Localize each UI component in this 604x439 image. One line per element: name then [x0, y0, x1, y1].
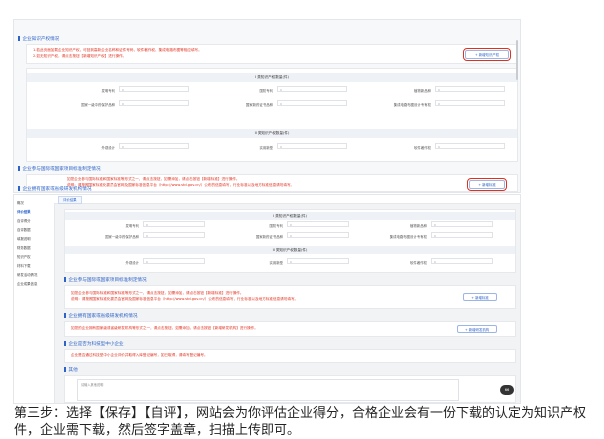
software-copyright-label: 软件著作权	[414, 146, 431, 150]
design-patent-field[interactable]: 0	[119, 143, 189, 149]
section-rd-title-bottom: 企业拥有国家或省级研发机构情况	[64, 313, 138, 319]
utility-model-field[interactable]: 0	[277, 143, 347, 149]
rd-note-bottom: 如您的企业拥有国家级或省级研发机构等形式之一，请点击按钮，如需添加，请点击按钮【…	[71, 326, 258, 330]
sidebar: 概况 评价结果 自评得分 自评数据 填报说明 财务数据 知识产权 材料下载 研发…	[14, 195, 55, 403]
defense-patent-label-bottom: 国防专利	[269, 224, 283, 228]
software-copyright-field-bottom[interactable]: 0	[431, 258, 493, 264]
caption-text: 第三步：选择【保存】【自评】，网站会为你评估企业得分，合格企业会有一份下载的认定…	[14, 406, 587, 438]
ip-count-card: I 类知识产权数量(件) 发明专利 0 国防专利 0 植物新品种 0 国家一级中…	[26, 68, 518, 162]
new-drug-label: 国家新药证书品种	[245, 103, 273, 107]
tab-bar: 评价结果	[54, 195, 520, 204]
add-rd-button[interactable]: + 新增研发机构	[457, 325, 497, 333]
sidebar-item-finance[interactable]: 财务数据	[17, 245, 31, 250]
ic-layout-field-bottom[interactable]: 0	[431, 232, 493, 238]
utility-model-field-bottom[interactable]: 0	[287, 258, 349, 264]
cert-note: 企业是否通过科技型中小企业评价并取得入库登记编号，如已取得，请填写登记编号。	[71, 353, 208, 357]
software-copyright-label-bottom: 软件著作权	[410, 261, 427, 265]
ic-layout-label: 集成电路布图设计专有权	[393, 103, 431, 107]
standard-card-bottom: 如您企业参与国际标准和国家标准等形式之一，请点击按钮，如需添加，请点击按钮【新增…	[64, 285, 516, 309]
section-standard-title: 企业参与国际或国家项目标准制定情况	[18, 166, 101, 172]
ip-count-card-bottom: I 类知识产权数量(件) 发明专利 0 国防专利 0 植物新品种 0 国家一级中…	[64, 209, 516, 273]
ip-notes-card: 1.若此页面加载企业知识产权，可回到高新企业名称和证件号码，软件著作权、集成电路…	[26, 44, 518, 64]
invention-patent-label: 发明专利	[101, 89, 115, 93]
top-screenshot: 企业知识产权情况 1.若此页面加载企业知识产权，可回到高新企业名称和证件号码，软…	[14, 20, 520, 192]
section-cert-title: 企业是否为科技型中小企业	[64, 341, 124, 347]
sidebar-item-download[interactable]: 材料下载	[17, 263, 31, 268]
cert-card: 企业是否通过科技型中小企业评价并取得入库登记编号，如已取得，请填写登记编号。	[64, 349, 516, 363]
standard-note-2: 说明：请按照国家标准化委员会官网及国家标准信息平台（http://www.std…	[67, 183, 295, 187]
defense-patent-field-bottom[interactable]: 0	[287, 221, 349, 227]
type2-ip-heading: II 类知识产权数量(件)	[27, 129, 517, 138]
tcm-protected-field[interactable]: 0	[119, 100, 189, 106]
new-drug-label-bottom: 国家新药证书品种	[255, 235, 283, 239]
add-standard-button-bottom[interactable]: + 新增标准	[463, 293, 497, 301]
other-placeholder: 请输入其他说明	[81, 383, 104, 387]
plant-variety-field[interactable]: 0	[435, 86, 505, 92]
design-patent-label-bottom: 外观设计	[125, 261, 139, 265]
other-textarea[interactable]: 请输入其他说明	[77, 379, 459, 401]
design-patent-field-bottom[interactable]: 0	[143, 258, 205, 264]
defense-patent-label: 国防专利	[259, 89, 273, 93]
standard-note-2-bottom: 说明：请按照国家标准化委员会官网及国家标准信息平台（http://www.std…	[71, 297, 299, 301]
rd-card-bottom: 如您的企业拥有国家级或省级研发机构等形式之一，请点击按钮，如需添加，请点击按钮【…	[64, 321, 516, 337]
tcm-protected-field-bottom[interactable]: 0	[143, 232, 205, 238]
type2-ip-heading-bottom: II 类知识产权数量(件)	[65, 246, 515, 254]
scrollbar[interactable]	[516, 40, 518, 80]
invention-patent-field-bottom[interactable]: 0	[143, 221, 205, 227]
type1-ip-heading: I 类知识产权数量(件)	[27, 73, 517, 82]
tcm-protected-label: 国家一级中药保护品种	[81, 103, 115, 107]
section-other-title: 其他	[64, 367, 78, 373]
sidebar-item-instructions[interactable]: 填报说明	[17, 236, 31, 241]
sidebar-item-ip[interactable]: 知识产权	[17, 254, 31, 259]
section-standard-title-bottom: 企业参与国际或国家项目标准制定情况	[64, 277, 147, 283]
defense-patent-field[interactable]: 0	[277, 86, 347, 92]
ic-layout-label-bottom: 集成电路布图设计专有权	[389, 235, 427, 239]
utility-model-label-bottom: 实用新型	[269, 261, 283, 265]
type1-ip-heading-bottom: I 类知识产权数量(件)	[65, 212, 515, 220]
utility-model-label: 实用新型	[259, 146, 273, 150]
new-drug-field-bottom[interactable]: 0	[287, 232, 349, 238]
floating-badge-bottom[interactable]: 66	[500, 385, 514, 395]
ic-layout-field[interactable]: 0	[435, 100, 505, 106]
invention-patent-field[interactable]: 0	[119, 86, 189, 92]
section-rd-title-top: 企业拥有国家或省级研发机构情况	[18, 186, 92, 192]
bottom-screenshot: 概况 评价结果 自评得分 自评数据 填报说明 财务数据 知识产权 材料下载 研发…	[14, 195, 520, 403]
plant-variety-label-bottom: 植物新品种	[410, 224, 427, 228]
tcm-protected-label-bottom: 国家一级中药保护品种	[105, 235, 139, 239]
ip-note-2: 2.如无知识产权，请点击按钮【新增知识产权】进行操作。	[33, 54, 127, 58]
design-patent-label: 外观设计	[101, 146, 115, 150]
sidebar-item-rd[interactable]: 研发活动情况	[17, 272, 37, 277]
sidebar-item-result[interactable]: 评价结果	[17, 209, 31, 214]
sidebar-item-overview[interactable]: 概况	[17, 200, 24, 205]
add-standard-button[interactable]: + 新增标准	[467, 178, 507, 191]
sidebar-item-score[interactable]: 自评得分	[17, 218, 31, 223]
section-ip-title: 企业知识产权情况	[18, 36, 60, 42]
sidebar-item-data[interactable]: 自评数据	[17, 227, 31, 232]
new-drug-field[interactable]: 0	[277, 100, 347, 106]
plant-variety-field-bottom[interactable]: 0	[431, 221, 493, 227]
sidebar-item-achievements[interactable]: 企业成果信息	[17, 281, 37, 286]
plant-variety-label: 植物新品种	[414, 89, 431, 93]
standard-notes-card: 如您企业参与国际标准和国家标准等形式之一，请点击按钮，如需添加，请点击按钮【新增…	[26, 174, 518, 192]
software-copyright-field[interactable]: 0	[435, 143, 505, 149]
invention-patent-label-bottom: 发明专利	[125, 224, 139, 228]
other-card: 请输入其他说明	[64, 375, 516, 403]
tab-result[interactable]: 评价结果	[58, 196, 82, 204]
add-ip-button[interactable]: + 新增知识产权	[463, 48, 511, 61]
